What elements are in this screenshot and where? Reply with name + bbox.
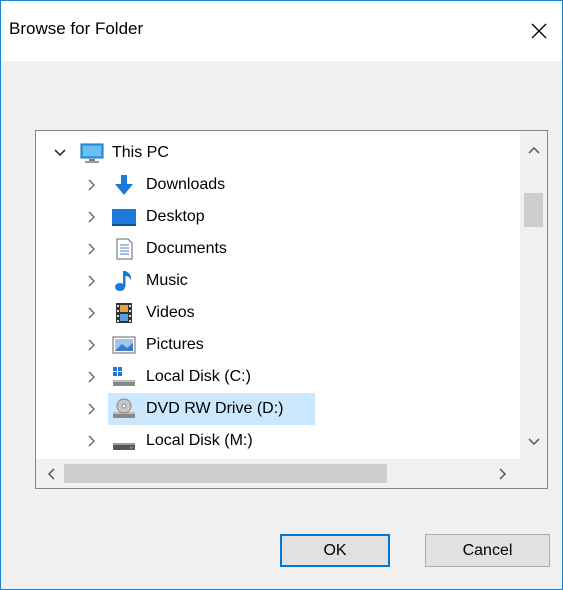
tree-item-downloads[interactable]: Downloads [36,169,506,201]
tree-item-pictures[interactable]: Pictures [36,329,506,361]
hard-drive-icon [112,430,136,452]
tree-item-label: DVD RW Drive (D:) [146,400,284,417]
scroll-right-arrow-icon[interactable] [492,459,514,488]
dvd-drive-icon [112,398,136,420]
chevron-right-icon[interactable] [82,297,102,329]
chevron-right-icon[interactable] [82,329,102,361]
tree-item-label: Local Disk (C:) [146,368,251,385]
document-icon [112,238,136,260]
desktop-icon [112,206,136,228]
scroll-down-arrow-icon[interactable] [520,431,547,453]
chevron-right-icon[interactable] [82,201,102,233]
chevron-right-icon[interactable] [82,393,102,425]
chevron-right-icon[interactable] [82,361,102,393]
tree-item-label: Downloads [146,176,226,193]
tree-item-local-disk-c[interactable]: Local Disk (C:) [36,361,506,393]
tree-item-label: This PC [112,144,169,161]
vertical-scrollbar[interactable] [520,131,547,459]
vertical-scroll-thumb[interactable] [524,193,543,227]
chevron-down-icon[interactable] [50,137,70,169]
tree-item-label: Desktop [146,208,205,225]
scroll-up-arrow-icon[interactable] [520,139,547,161]
film-strip-icon [112,302,136,324]
title-bar: Browse for Folder [1,1,562,61]
tree-item-desktop[interactable]: Desktop [36,201,506,233]
tree-item-music[interactable]: Music [36,265,506,297]
tree-item-dvd-rw-drive-d[interactable]: DVD RW Drive (D:) [36,393,506,425]
music-note-icon [112,270,136,292]
cancel-button[interactable]: Cancel [425,534,550,567]
scrollbar-corner [520,459,547,488]
chevron-right-icon[interactable] [82,233,102,265]
download-arrow-icon [112,174,136,196]
horizontal-scrollbar[interactable] [36,459,547,488]
tree-item-label: Music [146,272,188,289]
chevron-right-icon[interactable] [82,265,102,297]
tree-item-local-disk-m[interactable]: Local Disk (M:) [36,425,506,457]
chevron-right-icon[interactable] [82,425,102,457]
scroll-left-arrow-icon[interactable] [40,459,62,488]
dialog-title: Browse for Folder [9,19,144,38]
windows-drive-icon [112,366,136,388]
chevron-right-icon[interactable] [82,169,102,201]
close-button[interactable] [516,1,562,61]
tree-item-this-pc[interactable]: This PC [36,137,506,169]
tree-item-label: Pictures [146,336,204,353]
browse-for-folder-dialog: Browse for Folder This PC Downloads Desk… [0,0,563,590]
tree-item-documents[interactable]: Documents [36,233,506,265]
monitor-icon [80,142,104,164]
tree-item-label: Videos [146,304,195,321]
tree-item-label: Documents [146,240,227,257]
folder-tree[interactable]: This PC Downloads Desktop Documents Musi… [35,130,548,489]
close-icon [531,23,547,39]
tree-item-videos[interactable]: Videos [36,297,506,329]
horizontal-scroll-thumb[interactable] [64,464,387,483]
picture-icon [112,334,136,356]
ok-button[interactable]: OK [280,534,390,567]
tree-item-label: Local Disk (M:) [146,432,253,449]
